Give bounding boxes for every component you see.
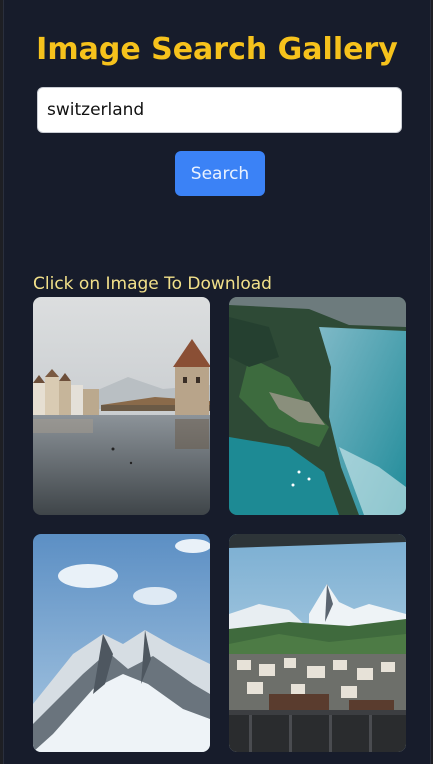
- gallery-image-snowy-mountains[interactable]: [33, 534, 210, 752]
- gallery-image-aerial-lake[interactable]: [229, 297, 406, 515]
- gallery-image-alpine-village[interactable]: [229, 534, 406, 752]
- snowy-mountains-photo: [33, 534, 210, 752]
- search-button[interactable]: Search: [175, 151, 265, 196]
- aerial-lake-photo: [229, 297, 406, 515]
- app-frame: Image Search Gallery Search Click on Ima…: [3, 0, 431, 764]
- lakeside-town-photo: [33, 297, 210, 515]
- download-hint: Click on Image To Download: [33, 274, 272, 294]
- alpine-village-photo: [229, 534, 406, 752]
- search-input[interactable]: [37, 87, 402, 133]
- page-title: Image Search Gallery: [36, 32, 398, 67]
- gallery-image-lakeside-town[interactable]: [33, 297, 210, 515]
